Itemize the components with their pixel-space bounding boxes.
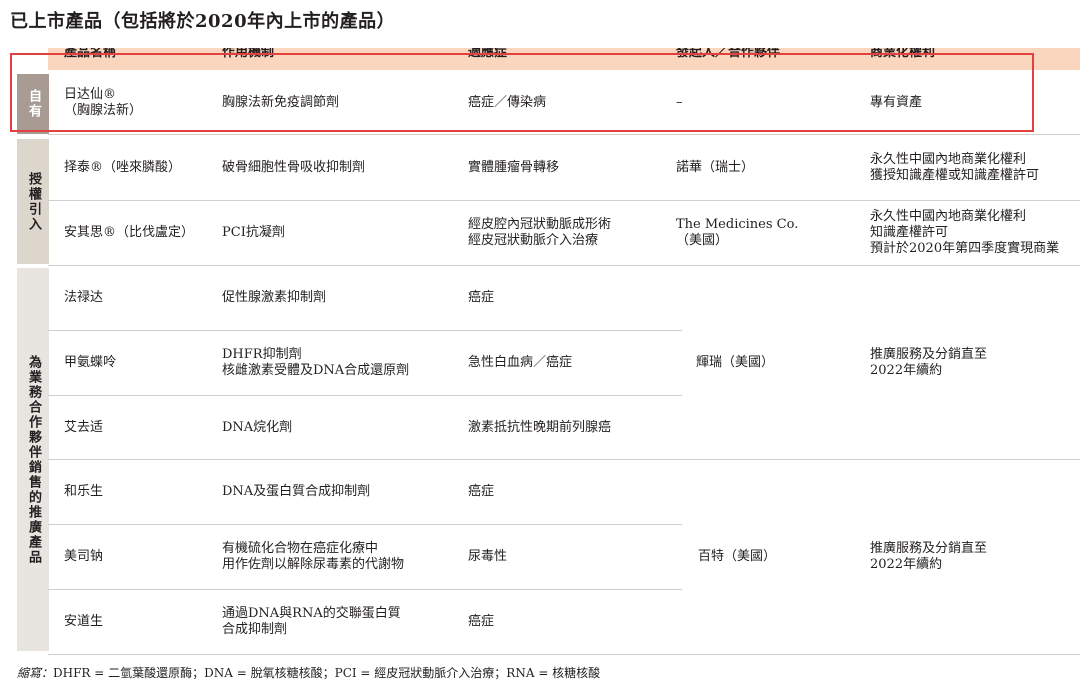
cell-line: 安其思®（比伐盧定） (64, 225, 195, 240)
merged-rights-pfizer: 推廣服務及分銷直至 2022年續約 (870, 346, 988, 378)
footnote: 縮寫：DHFR = 二氫葉酸還原酶；DNA = 脫氧核糖核酸；PCI = 經皮冠… (17, 665, 600, 681)
row-divider (48, 654, 1080, 655)
table-cell-mechanism: DNA烷化劑 (222, 396, 462, 459)
footnote-label: 縮寫： (17, 666, 54, 680)
cell-line: 通過DNA與RNA的交聯蛋白質 (222, 606, 401, 621)
cell-line: 艾去适 (64, 419, 104, 435)
table-cell-mechanism: DNA及蛋白質合成抑制劑 (222, 460, 462, 524)
merged-rights-baxter: 推廣服務及分銷直至 2022年續約 (870, 540, 988, 572)
cell-line: 择泰®（唑來膦酸） (64, 159, 182, 175)
cell-line: PCI抗凝劑 (222, 225, 285, 240)
table-cell-partner: The Medicines Co. （美國） (676, 201, 866, 265)
cell-line: 經皮冠狀動脈介入治療 (468, 233, 599, 248)
table-cell-indication: 癌症 (468, 266, 673, 330)
table-cell-mechanism: 促性腺激素抑制劑 (222, 266, 462, 330)
table-cell-indication: 急性白血病／癌症 (468, 331, 673, 395)
cell-line: 急性白血病／癌症 (468, 355, 573, 370)
cell-line: 有機硫化合物在癌症化療中 (222, 541, 379, 556)
cell-line: 核雌激素受體及DNA合成還原劑 (222, 363, 410, 378)
table-cell-mechanism: 有機硫化合物在癌症化療中 用作佐劑以解除尿毒素的代謝物 (222, 525, 462, 589)
cell-line: （美國） (676, 233, 729, 248)
cell-line: 激素抵抗性晚期前列腺癌 (468, 419, 612, 435)
cell-line: DNA及蛋白質合成抑制劑 (222, 484, 371, 499)
cell-line: 預計於2020年第四季度實現商業 (870, 241, 1060, 256)
table-cell-indication: 尿毒性 (468, 525, 673, 589)
table-cell-product: 安其思®（比伐盧定） (64, 201, 214, 265)
table-cell-mechanism: PCI抗凝劑 (222, 201, 462, 265)
cell-line: 永久性中國內地商業化權利 (870, 209, 1027, 224)
footnote-text: DHFR = 二氫葉酸還原酶；DNA = 脫氧核糖核酸；PCI = 經皮冠狀動脈… (53, 666, 601, 680)
highlight-box (10, 53, 1034, 132)
cell-line: 和乐生 (64, 484, 104, 499)
table-cell-mechanism: 通過DNA與RNA的交聯蛋白質 合成抑制劑 (222, 590, 462, 654)
cell-line: 用作佐劑以解除尿毒素的代謝物 (222, 557, 405, 572)
table-cell-indication: 激素抵抗性晚期前列腺癌 (468, 396, 673, 459)
cell-line: 癌症 (468, 290, 495, 305)
group-label-promotion: 為業務合作夥伴銷售的推廣產品 (17, 268, 49, 651)
page-title: 已上市產品（包括將於2020年內上市的產品） (10, 11, 396, 32)
table-cell-product: 艾去适 (64, 396, 214, 459)
cell-line: 實體腫瘤骨轉移 (468, 159, 560, 175)
cell-line: 諾華（瑞士） (676, 159, 755, 175)
table-cell-mechanism: 破骨細胞性骨吸收抑制劑 (222, 135, 462, 200)
cell-line: 獲授知識產權或知識產權許可 (870, 167, 1040, 183)
table-cell-mechanism: DHFR抑制劑 核雌激素受體及DNA合成還原劑 (222, 331, 462, 395)
table-cell-product: 法禄达 (64, 266, 214, 330)
cell-line: 癌症 (468, 484, 495, 499)
table-cell-product: 安道生 (64, 590, 214, 654)
table-cell-rights: 永久性中國內地商業化權利 獲授知識產權或知識產權許可 (870, 135, 1080, 200)
cell-line: 安道生 (64, 614, 104, 629)
table-cell-indication: 實體腫瘤骨轉移 (468, 135, 673, 200)
table-cell-rights: 永久性中國內地商業化權利 知識產權許可 預計於2020年第四季度實現商業 (870, 201, 1080, 265)
cell-line: 知識產權許可 (870, 225, 949, 240)
table-cell-product: 和乐生 (64, 460, 214, 524)
table-cell-product: 甲氨蝶呤 (64, 331, 214, 395)
group-label-licensed: 授權引入 (17, 139, 49, 264)
merged-partner-baxter: 百特（美國） (698, 548, 777, 564)
table-cell-partner: 諾華（瑞士） (676, 135, 866, 200)
cell-line: 破骨細胞性骨吸收抑制劑 (222, 159, 366, 175)
cell-line: DNA烷化劑 (222, 419, 293, 435)
cell-line: 美司钠 (64, 549, 104, 564)
table-cell-product: 美司钠 (64, 525, 214, 589)
cell-line: The Medicines Co. (676, 217, 799, 232)
table-cell-indication: 經皮腔內冠狀動脈成形術 經皮冠狀動脈介入治療 (468, 201, 673, 265)
cell-line: 甲氨蝶呤 (64, 355, 117, 370)
cell-line: 永久性中國內地商業化權利 (870, 151, 1027, 167)
cell-line: 尿毒性 (468, 549, 508, 564)
table-cell-product: 择泰®（唑來膦酸） (64, 135, 214, 200)
cell-line: DHFR抑制劑 (222, 347, 302, 362)
cell-line: 法禄达 (64, 290, 104, 305)
cell-line: 癌症 (468, 614, 495, 629)
table-cell-indication: 癌症 (468, 460, 673, 524)
cell-line: 合成抑制劑 (222, 622, 288, 637)
cell-line: 經皮腔內冠狀動脈成形術 (468, 217, 612, 232)
table-cell-indication: 癌症 (468, 590, 673, 654)
merged-partner-pfizer: 輝瑞（美國） (696, 354, 775, 370)
cell-line: 促性腺激素抑制劑 (222, 290, 327, 305)
